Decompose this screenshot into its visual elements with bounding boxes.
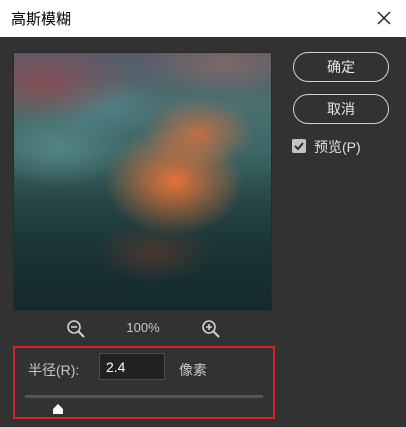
zoom-out-icon[interactable] — [66, 319, 86, 339]
close-icon[interactable] — [372, 6, 396, 30]
slider-thumb-icon[interactable] — [52, 401, 64, 414]
zoom-in-icon[interactable] — [201, 319, 221, 339]
cancel-button[interactable]: 取消 — [293, 94, 389, 124]
radius-unit-label: 像素 — [179, 362, 207, 378]
blur-preview-image[interactable] — [14, 53, 271, 310]
preview-checkbox[interactable] — [292, 139, 306, 153]
checkmark-icon — [294, 142, 304, 151]
gaussian-blur-dialog: 高斯模糊 100% 确定 取消 预览(P) 半径(R): 2.4 像素 — [0, 0, 406, 427]
zoom-controls: 100% — [0, 316, 286, 342]
title-bar[interactable]: 高斯模糊 — [0, 0, 406, 37]
radius-label: 半径(R): — [28, 362, 80, 378]
preview-checkbox-label: 预览(P) — [314, 139, 361, 155]
radius-slider-track[interactable] — [25, 395, 263, 398]
preview-frame — [13, 52, 272, 311]
radius-input[interactable] — [99, 353, 165, 380]
ok-button[interactable]: 确定 — [293, 52, 389, 82]
dialog-title: 高斯模糊 — [11, 11, 72, 28]
zoom-level-label: 100% — [126, 320, 160, 335]
radius-panel: 半径(R): 像素 — [13, 346, 275, 419]
